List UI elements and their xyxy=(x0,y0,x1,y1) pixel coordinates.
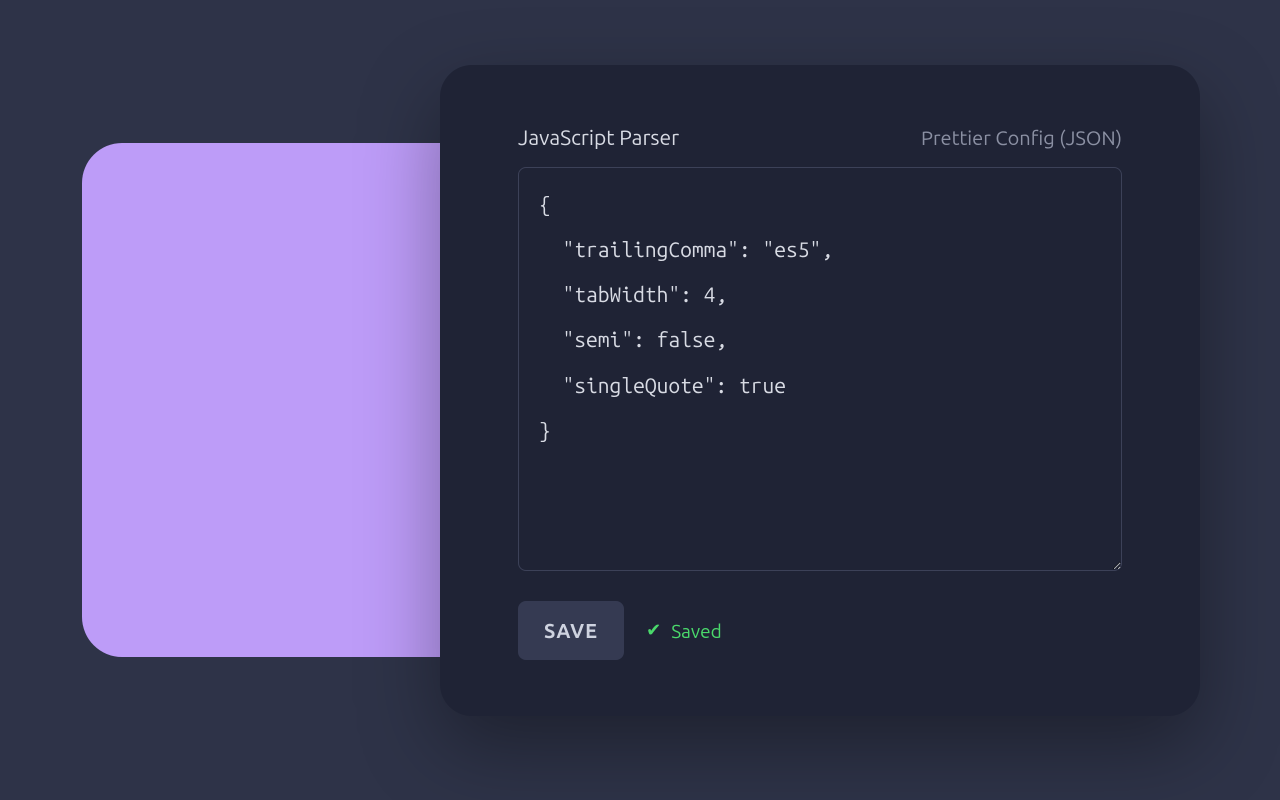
editor-subtitle: Prettier Config (JSON) xyxy=(921,126,1122,149)
config-textarea[interactable] xyxy=(518,167,1122,571)
editor-header: JavaScript Parser Prettier Config (JSON) xyxy=(518,125,1122,149)
editor-footer: SAVE ✔ Saved xyxy=(518,601,1122,660)
save-status: ✔ Saved xyxy=(646,620,722,642)
save-button[interactable]: SAVE xyxy=(518,601,624,660)
check-icon: ✔ xyxy=(646,620,661,641)
save-status-text: Saved xyxy=(671,620,722,642)
config-editor-card: JavaScript Parser Prettier Config (JSON)… xyxy=(440,65,1200,716)
editor-title: JavaScript Parser xyxy=(518,125,679,149)
